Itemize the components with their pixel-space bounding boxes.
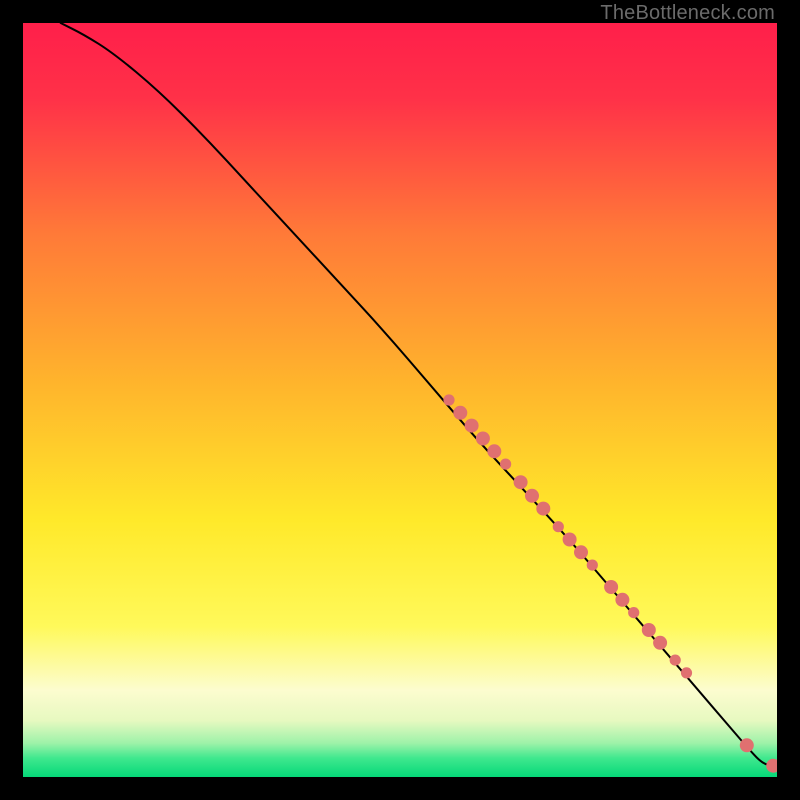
data-marker: [476, 432, 490, 446]
data-marker: [500, 459, 511, 470]
watermark-text: TheBottleneck.com: [600, 2, 775, 25]
data-marker: [514, 475, 528, 489]
data-marker: [536, 502, 550, 516]
data-marker: [681, 667, 692, 678]
data-marker: [465, 419, 479, 433]
data-marker: [642, 623, 656, 637]
data-marker: [604, 580, 618, 594]
data-marker: [453, 406, 467, 420]
data-marker: [740, 738, 754, 752]
plot-area: [23, 23, 777, 777]
data-marker: [628, 607, 639, 618]
data-marker: [615, 593, 629, 607]
data-marker: [653, 636, 667, 650]
data-marker: [574, 545, 588, 559]
data-marker: [487, 444, 501, 458]
data-marker: [563, 533, 577, 547]
data-marker: [587, 560, 598, 571]
data-marker: [670, 655, 681, 666]
gradient-background: [23, 23, 777, 777]
data-marker: [443, 394, 454, 405]
chart-svg: [23, 23, 777, 777]
chart-stage: TheBottleneck.com: [0, 0, 800, 800]
data-marker: [525, 489, 539, 503]
data-marker: [553, 521, 564, 532]
